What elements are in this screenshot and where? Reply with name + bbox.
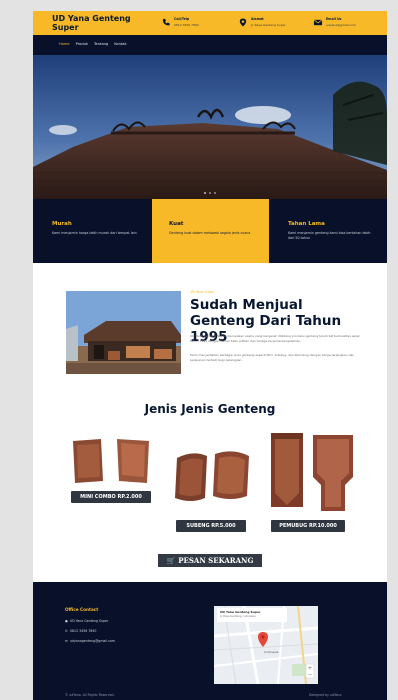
site-logo-text[interactable]: UD Yana Genteng Super (52, 14, 152, 32)
office-contact-title: Office Contact (65, 607, 99, 612)
feature-title: Kuat (169, 221, 184, 227)
feature-kuat: Kuat Genteng kuat dalam melawati segala … (152, 199, 269, 263)
order-now-label: PESAN SEKARANG (178, 556, 254, 565)
feature-desc: Genteng kuat dalam melawati segala jenis… (169, 231, 251, 235)
contact-email-label: Email Us (326, 17, 342, 21)
feature-title: Murah (52, 221, 72, 227)
feature-tahan-lama: Tahan Lama Kami menjamin genteng kami bi… (269, 199, 387, 263)
map-place-address: Jl. Raya Genteng, Indonesia (220, 615, 256, 618)
contact-phone[interactable]: Call/Telp 0812 3456 7890 (161, 17, 221, 31)
office-address: ● UD Yana Genteng Super (65, 619, 108, 623)
top-header: UD Yana Genteng Super Call/Telp 0812 345… (33, 11, 387, 35)
features-strip: Murah Kami menjamin harga lebih murah da… (33, 199, 387, 263)
map-place-name: UD Yana Genteng Super (220, 610, 261, 614)
hero-banner (33, 55, 387, 199)
product-mini-combo-label[interactable]: MINI COMBO RP.2.000 (71, 491, 151, 503)
nav-kontak[interactable]: Kontak (114, 42, 126, 46)
nav-home[interactable]: Home (59, 42, 70, 46)
office-address-text: UD Yana Genteng Super (70, 619, 109, 623)
product-subeng-label[interactable]: SUBENG RP.5.000 (176, 520, 246, 532)
map-label: Indonesia (264, 650, 279, 654)
product-subeng-image[interactable] (173, 446, 253, 506)
site-footer: Office Contact ● UD Yana Genteng Super ✆ 0… (33, 582, 387, 700)
about-paragraph-2: Kami menyediakan berbagai jenis genteng … (190, 353, 355, 362)
contact-phone-label: Call/Telp (174, 17, 190, 21)
nav-tentang[interactable]: Tentang (94, 42, 108, 46)
email-icon (313, 19, 323, 26)
nav-produk[interactable]: Produk (76, 42, 88, 46)
about-paragraph-1: UD Yana Genteng Super merupakan usaha ya… (190, 334, 360, 343)
office-email-text: udyanagenteng@gmail.com (70, 639, 115, 643)
page: UD Yana Genteng Super Call/Telp 0812 345… (33, 11, 387, 700)
location-icon (239, 18, 247, 27)
phone-icon (162, 18, 170, 26)
main-navbar: Home Produk Tentang Kontak (33, 35, 387, 55)
product-pemubug-label[interactable]: PEMUBUG RP.10.000 (271, 520, 345, 532)
contact-email[interactable]: Email Us udyana@gmail.com (313, 17, 379, 31)
about-factory-image (66, 291, 181, 374)
cart-icon: 🛒 (166, 557, 176, 565)
order-now-button[interactable]: 🛒 PESAN SEKARANG (158, 554, 262, 567)
product-pemubug-image[interactable] (269, 433, 355, 515)
nav-links: Home Produk Tentang Kontak (59, 42, 127, 46)
product-mini-combo-image[interactable] (69, 435, 154, 485)
office-phone[interactable]: ✆ 0812 3456 7890 (65, 629, 96, 633)
hero-roof-image (33, 55, 387, 199)
contact-address-label: Alamat (251, 17, 264, 21)
location-map[interactable]: + − UD Yana Genteng Super Jl. Raya Gente… (214, 606, 318, 684)
svg-text:−: − (308, 672, 312, 678)
products-section-title: Jenis Jenis Genteng (144, 402, 276, 416)
feature-murah: Murah Kami menjamin harga lebih murah da… (33, 199, 152, 263)
office-phone-text: 0812 3456 7890 (70, 629, 97, 633)
feature-desc: Kami menjamin genteng kami bisa bertahan… (288, 231, 371, 240)
designed-by-text: Designed by udYana (309, 693, 342, 697)
copyright-text: © udYana. All Rights Reserved. (65, 693, 115, 697)
contact-phone-value: 0812 3456 7890 (174, 23, 199, 27)
contact-address[interactable]: Alamat Jl. Raya Genteng Super (238, 17, 298, 31)
svg-text:+: + (308, 666, 312, 672)
contact-address-value: Jl. Raya Genteng Super (251, 23, 286, 27)
contact-email-value: udyana@gmail.com (326, 23, 356, 27)
about-kicker: UD Yana Super (190, 290, 215, 294)
feature-title: Tahan Lama (288, 221, 325, 227)
feature-desc: Kami menjamin harga lebih murah dari tem… (52, 231, 137, 235)
map-info-card[interactable]: UD Yana Genteng Super Jl. Raya Genteng, … (217, 608, 287, 622)
office-email[interactable]: ✉ udyanagenteng@gmail.com (65, 639, 115, 643)
